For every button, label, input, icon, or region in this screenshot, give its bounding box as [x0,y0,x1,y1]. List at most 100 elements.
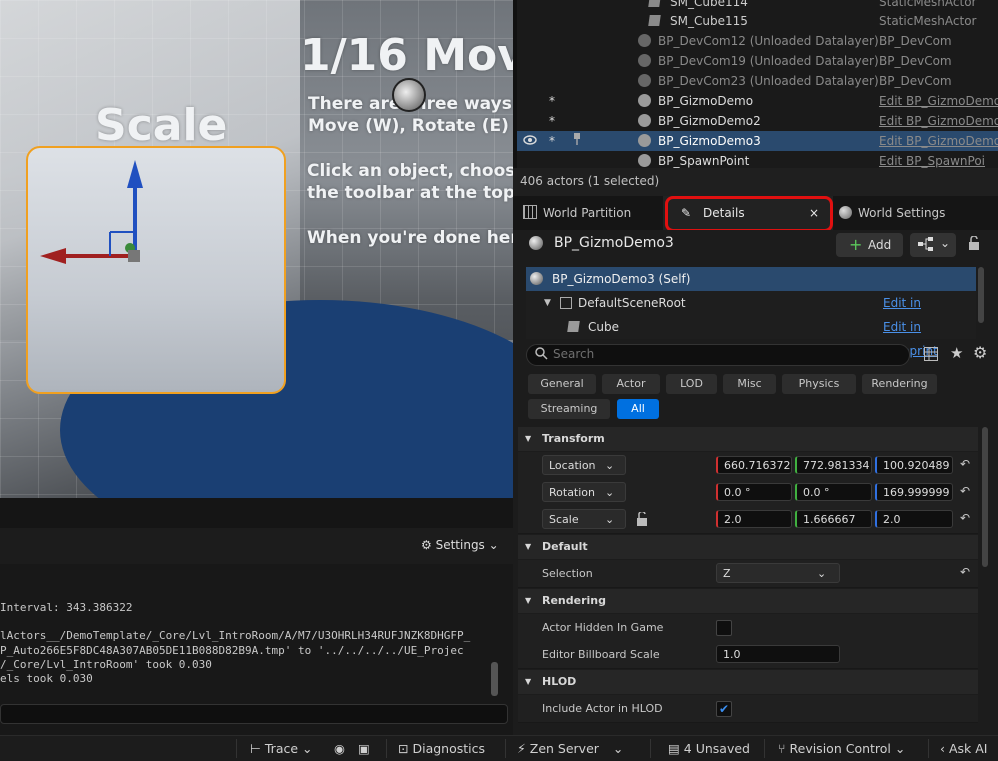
rotation-mode-dropdown[interactable]: Rotation ⌄ [542,482,626,502]
panel-tabs: World Partition ✎ Details × World Settin… [513,196,998,232]
log-line: /_Core/Lvl_IntroRoom' took 0.030 [0,658,212,671]
details-scrollbar[interactable] [982,427,988,567]
outliner-row[interactable]: BP_SpawnPoint Edit BP_SpawnPoi [513,151,998,168]
scale-mode-dropdown[interactable]: Scale ⌄ [542,509,626,529]
scale-z-field[interactable]: 2.0 [875,510,953,528]
outliner-row[interactable]: BP_DevCom23 (Unloaded Datalayer) BP_DevC… [513,71,998,91]
filter-streaming[interactable]: Streaming [528,399,610,419]
filter-general[interactable]: General [528,374,596,394]
zen-server-button[interactable]: ⚡ Zen Server ⌄ [517,736,623,761]
scale-x-field[interactable]: 2.0 [716,510,792,528]
section-hlod[interactable]: ▼ HLOD [518,670,978,694]
pin-icon[interactable] [573,131,581,151]
details-search-input[interactable]: Search [526,344,910,366]
selection-dropdown[interactable]: Z ⌄ [716,563,840,583]
gear-icon[interactable]: ⚙ [973,343,987,362]
unsaved-button[interactable]: ▤ 4 Unsaved [668,736,750,761]
section-header-label: HLOD [542,675,577,688]
outliner-row-name: BP_GizmoDemo3 [658,134,761,148]
table-view-icon[interactable] [924,347,938,364]
property-label: Selection [542,567,593,580]
tab-world-partition[interactable]: World Partition [523,196,631,230]
revision-control-label: Revision Control [789,741,891,756]
filter-all[interactable]: All [617,399,659,419]
hierarchy-icon [918,237,934,254]
log-settings-button[interactable]: ⚙ Settings ⌄ [421,538,499,552]
filter-lod[interactable]: LOD [666,374,717,394]
section-default[interactable]: ▼ Default [518,535,978,559]
trace-snapshot-button[interactable]: ▣ [358,736,370,761]
status-divider [236,739,237,758]
log-line: els took 0.030 [0,672,93,685]
filter-physics[interactable]: Physics [782,374,856,394]
unlock-icon[interactable] [636,510,648,529]
expand-arrow-icon[interactable]: ▼ [544,291,551,315]
edit-blueprint-link[interactable]: Edit BP_SpawnPoi [879,151,985,168]
component-scrollbar[interactable] [978,267,984,323]
component-row[interactable]: ▼ DefaultSceneRoot Edit in Blueprint [526,291,976,334]
section-transform[interactable]: ▼ Transform [518,427,978,451]
details-actor-name[interactable]: BP_GizmoDemo3 [554,235,674,251]
collapse-arrow-icon: ▼ [525,434,532,443]
actor-icon [638,74,651,87]
status-divider [650,739,651,758]
location-mode-dropdown[interactable]: Location ⌄ [542,455,626,475]
location-x-field[interactable]: 660.716372 [716,456,792,474]
rotation-z-field[interactable]: 169.999999 [875,483,953,501]
eye-visibility-icon[interactable] [523,131,537,151]
outliner-row-selected[interactable]: * BP_GizmoDemo3 Edit BP_GizmoDemo [513,131,998,151]
ask-ai-button[interactable]: ‹ Ask AI [940,736,988,761]
trace-label: Trace [264,741,299,756]
include-hlod-checkbox[interactable]: ✔ [716,701,732,717]
trace-button[interactable]: ⊢ Trace ⌄ [250,736,313,761]
location-z-field[interactable]: 100.920489 [875,456,953,474]
transform-gizmo[interactable] [0,0,513,498]
section-rendering[interactable]: ▼ Rendering [518,589,978,613]
component-row-self[interactable]: BP_GizmoDemo3 (Self) [526,267,976,291]
rotation-y-field[interactable]: 0.0 ° [795,483,872,501]
search-placeholder: Search [553,347,595,361]
property-scale: Scale ⌄ 2.0 1.666667 2.0 ↶ [518,506,978,534]
favorites-star-icon[interactable]: ★ [950,344,963,362]
filter-misc[interactable]: Misc [723,374,776,394]
outliner-row[interactable]: BP_DevCom19 (Unloaded Datalayer) BP_DevC… [513,51,998,71]
tab-label: World Settings [858,206,946,220]
location-y-field[interactable]: 772.981334 [795,456,872,474]
component-row[interactable]: Cube Edit in Blueprint [526,315,976,358]
billboard-scale-field[interactable]: 1.0 [716,645,840,663]
rotation-x-field[interactable]: 0.0 ° [716,483,792,501]
console-command-input[interactable] [0,704,508,724]
reset-arrow-icon[interactable]: ↶ [960,484,970,498]
status-divider [386,739,387,758]
revision-control-button[interactable]: ⑂ Revision Control ⌄ [778,736,905,761]
actor-icon [638,94,651,107]
log-scrollbar[interactable] [491,662,498,696]
lock-icon[interactable] [968,235,980,253]
outliner-row[interactable]: * BP_GizmoDemo Edit BP_GizmoDemo [513,91,998,111]
edit-blueprint-link[interactable]: Edit BP_GizmoDemo [879,131,998,151]
outliner-row[interactable]: BP_DevCom12 (Unloaded Datalayer) BP_DevC… [513,31,998,51]
filter-actor[interactable]: Actor [602,374,660,394]
actor-hidden-checkbox[interactable] [716,620,732,636]
outliner-row[interactable]: * BP_GizmoDemo2 Edit BP_GizmoDemo [513,111,998,131]
chevron-down-icon: ⌄ [894,741,906,756]
unsaved-star-icon: * [549,94,555,108]
scale-y-field[interactable]: 1.666667 [795,510,872,528]
reset-arrow-icon[interactable]: ↶ [960,457,970,471]
outliner-row[interactable]: SM_Cube115 StaticMeshActor [513,11,998,31]
settings-label: Settings [435,538,485,552]
add-component-button[interactable]: + Add [836,233,903,257]
blueprint-options-button[interactable]: ⌄ [910,233,956,257]
level-viewport[interactable]: 1/16 Mov There are three ways Move (W), … [0,0,513,498]
reset-arrow-icon[interactable]: ↶ [960,511,970,525]
actor-count-bar: 406 actors (1 selected) [513,168,998,196]
unsaved-star-icon: * [549,134,555,148]
diagnostics-button[interactable]: ⊡ Diagnostics [398,736,485,761]
edit-blueprint-link[interactable]: Edit BP_GizmoDemo [879,111,998,131]
edit-blueprint-link[interactable]: Edit BP_GizmoDemo [879,91,998,111]
reset-arrow-icon[interactable]: ↶ [960,565,970,579]
trace-record-button[interactable]: ◉ [334,736,345,761]
filter-rendering[interactable]: Rendering [862,374,937,394]
tab-world-settings[interactable]: World Settings [839,196,945,230]
chevron-down-icon: ⌄ [302,741,313,756]
